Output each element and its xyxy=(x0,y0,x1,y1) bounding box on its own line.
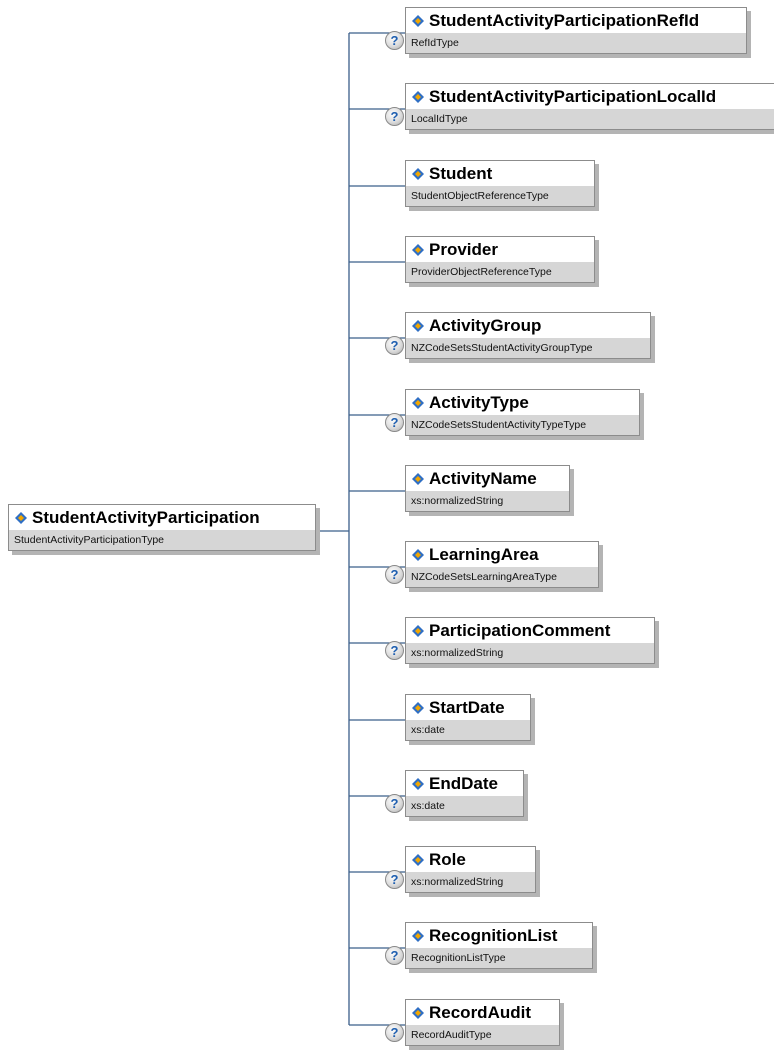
optional-help-icon[interactable]: ? xyxy=(385,336,404,355)
optional-help-icon[interactable]: ? xyxy=(385,413,404,432)
root-element-type: StudentActivityParticipationType xyxy=(9,530,315,550)
element-title: LearningArea xyxy=(406,542,598,567)
element-title: ActivityGroup xyxy=(406,313,650,338)
root-element-title: StudentActivityParticipation xyxy=(9,505,315,530)
element-diamond-icon xyxy=(412,777,424,790)
element-name: Student xyxy=(429,163,493,183)
schema-diagram: StudentActivityParticipation StudentActi… xyxy=(0,0,774,1055)
element-node-activity-type[interactable]: ActivityType NZCodeSetsStudentActivityTyp… xyxy=(405,389,640,436)
element-title: ActivityType xyxy=(406,390,639,415)
element-title: StartDate xyxy=(406,695,530,720)
element-type: xs:normalizedString xyxy=(406,491,569,511)
element-node-role[interactable]: Role xs:normalizedString xyxy=(405,846,536,893)
element-diamond-icon xyxy=(412,548,424,561)
element-type: NZCodeSetsStudentActivityGroupType xyxy=(406,338,650,358)
element-diamond-icon xyxy=(412,472,424,485)
element-type: ProviderObjectReferenceType xyxy=(406,262,594,282)
element-name: Role xyxy=(429,849,466,869)
element-diamond-icon xyxy=(412,701,424,714)
element-node-student-activity-participation-local-id[interactable]: StudentActivityParticipationLocalId Local… xyxy=(405,83,774,130)
element-name: EndDate xyxy=(429,773,498,793)
element-title: StudentActivityParticipationLocalId xyxy=(406,84,774,109)
optional-help-icon[interactable]: ? xyxy=(385,946,404,965)
optional-help-icon[interactable]: ? xyxy=(385,794,404,813)
element-diamond-icon xyxy=(15,511,27,524)
element-name: ActivityGroup xyxy=(429,315,542,335)
element-node-learning-area[interactable]: LearningArea NZCodeSetsLearningAreaType xyxy=(405,541,599,588)
element-node-recognition-list[interactable]: RecognitionList RecognitionListType xyxy=(405,922,593,969)
element-name: RecordAudit xyxy=(429,1002,531,1022)
element-type: RecordAuditType xyxy=(406,1025,559,1045)
element-diamond-icon xyxy=(412,396,424,409)
element-node-participation-comment[interactable]: ParticipationComment xs:normalizedString xyxy=(405,617,655,664)
element-title: RecognitionList xyxy=(406,923,592,948)
element-name: ParticipationComment xyxy=(429,620,611,640)
element-type: xs:normalizedString xyxy=(406,872,535,892)
element-name: ActivityName xyxy=(429,468,537,488)
element-diamond-icon xyxy=(412,624,424,637)
element-node-student[interactable]: Student StudentObjectReferenceType xyxy=(405,160,595,207)
element-node-record-audit[interactable]: RecordAudit RecordAuditType xyxy=(405,999,560,1046)
element-node-start-date[interactable]: StartDate xs:date xyxy=(405,694,531,741)
optional-help-icon[interactable]: ? xyxy=(385,870,404,889)
element-node-activity-name[interactable]: ActivityName xs:normalizedString xyxy=(405,465,570,512)
element-title: Student xyxy=(406,161,594,186)
element-title: ParticipationComment xyxy=(406,618,654,643)
element-name: ActivityType xyxy=(429,392,529,412)
element-node-activity-group[interactable]: ActivityGroup NZCodeSetsStudentActivityGr… xyxy=(405,312,651,359)
root-element-name: StudentActivityParticipation xyxy=(32,507,260,527)
element-diamond-icon xyxy=(412,243,424,256)
optional-help-icon[interactable]: ? xyxy=(385,1023,404,1042)
element-title: EndDate xyxy=(406,771,523,796)
element-title: ActivityName xyxy=(406,466,569,491)
element-name: RecognitionList xyxy=(429,925,558,945)
optional-help-icon[interactable]: ? xyxy=(385,31,404,50)
element-name: StartDate xyxy=(429,697,505,717)
element-type: NZCodeSetsStudentActivityTypeType xyxy=(406,415,639,435)
root-element-node[interactable]: StudentActivityParticipation StudentActi… xyxy=(8,504,316,551)
element-type: NZCodeSetsLearningAreaType xyxy=(406,567,598,587)
element-diamond-icon xyxy=(412,853,424,866)
element-title: StudentActivityParticipationRefId xyxy=(406,8,746,33)
element-diamond-icon xyxy=(412,167,424,180)
element-type: LocalIdType xyxy=(406,109,774,129)
element-node-student-activity-participation-ref-id[interactable]: StudentActivityParticipationRefId RefIdTy… xyxy=(405,7,747,54)
element-type: RecognitionListType xyxy=(406,948,592,968)
element-type: xs:normalizedString xyxy=(406,643,654,663)
element-type: RefIdType xyxy=(406,33,746,53)
element-diamond-icon xyxy=(412,1006,424,1019)
element-title: RecordAudit xyxy=(406,1000,559,1025)
element-type: xs:date xyxy=(406,720,530,740)
element-diamond-icon xyxy=(412,90,424,103)
element-node-end-date[interactable]: EndDate xs:date xyxy=(405,770,524,817)
element-name: Provider xyxy=(429,239,498,259)
optional-help-icon[interactable]: ? xyxy=(385,641,404,660)
element-diamond-icon xyxy=(412,14,424,27)
element-name: StudentActivityParticipationLocalId xyxy=(429,86,717,106)
element-diamond-icon xyxy=(412,929,424,942)
optional-help-icon[interactable]: ? xyxy=(385,107,404,126)
element-name: LearningArea xyxy=(429,544,539,564)
element-type: StudentObjectReferenceType xyxy=(406,186,594,206)
element-title: Provider xyxy=(406,237,594,262)
element-type: xs:date xyxy=(406,796,523,816)
element-diamond-icon xyxy=(412,319,424,332)
element-node-provider[interactable]: Provider ProviderObjectReferenceType xyxy=(405,236,595,283)
optional-help-icon[interactable]: ? xyxy=(385,565,404,584)
element-title: Role xyxy=(406,847,535,872)
element-name: StudentActivityParticipationRefId xyxy=(429,10,700,30)
